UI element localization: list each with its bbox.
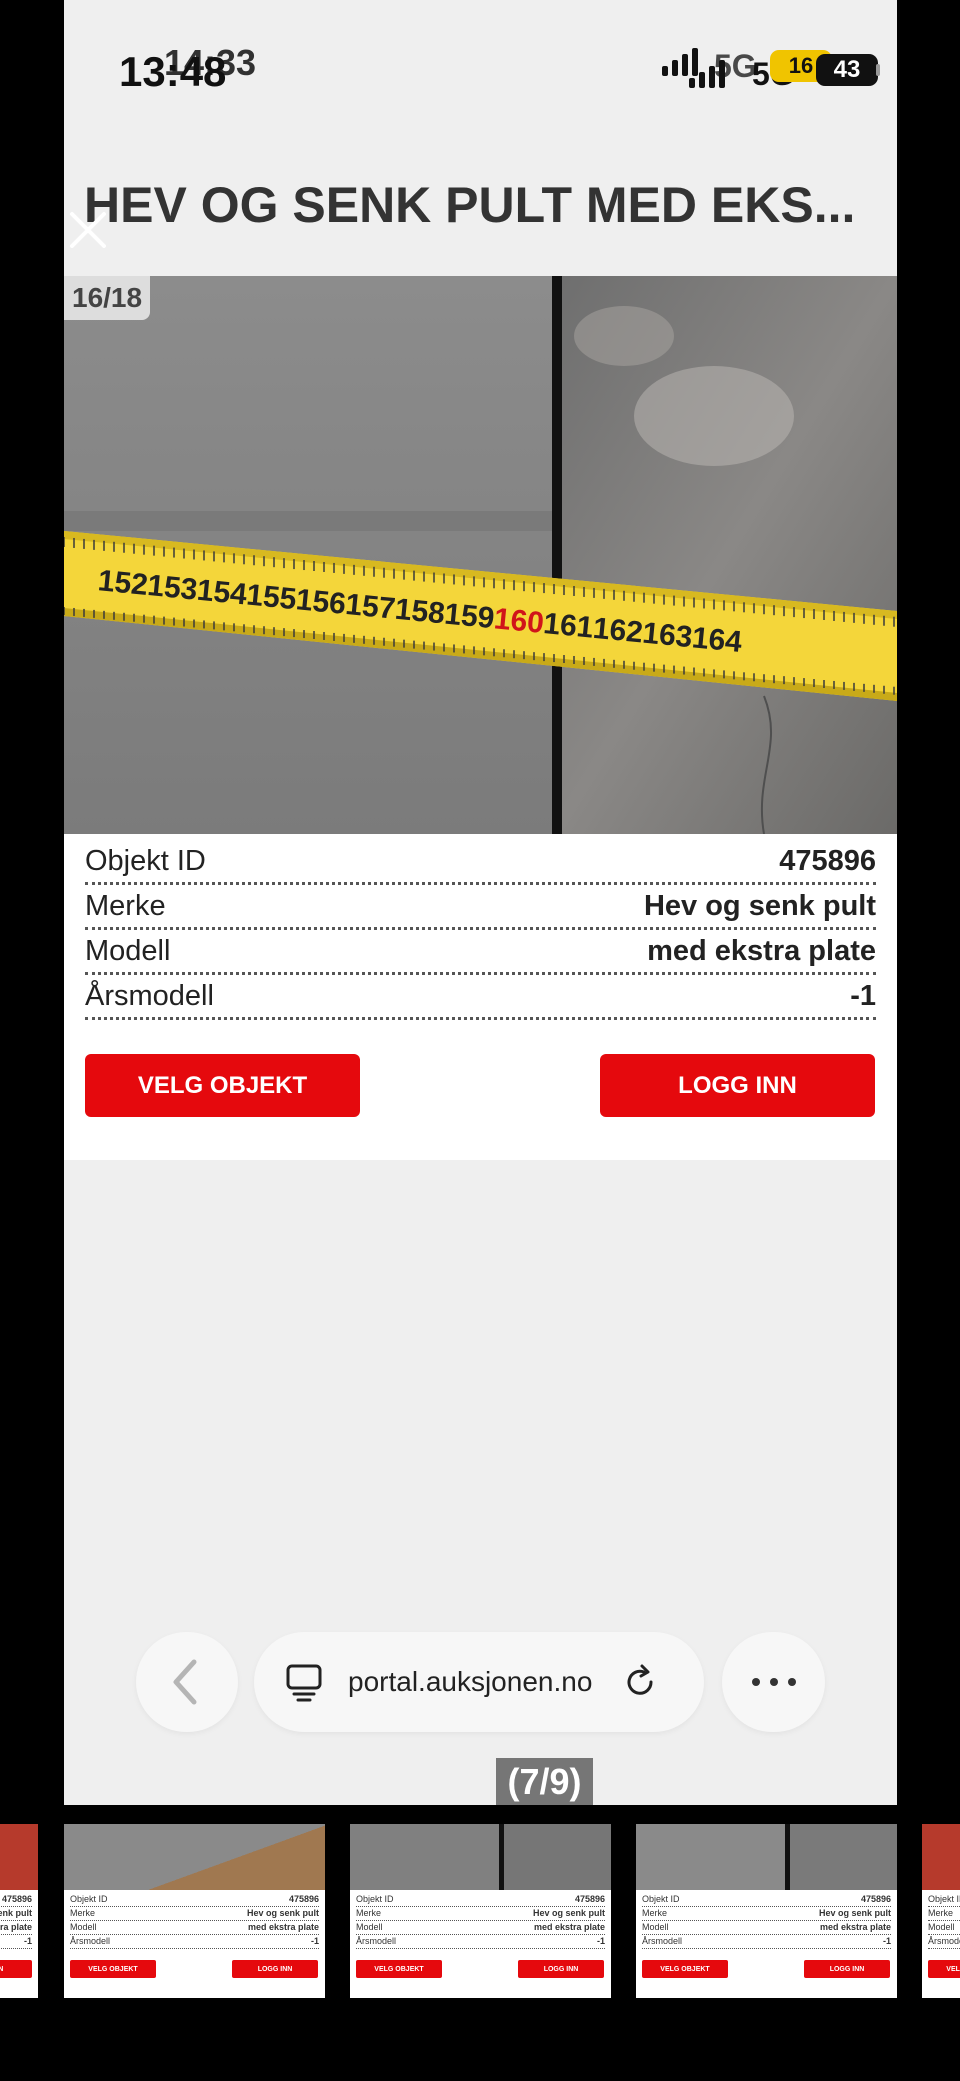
thumb-login-button: LOGG INN <box>232 1960 318 1978</box>
detail-label: Årsmodell <box>85 979 214 1012</box>
more-dot-icon <box>769 1678 778 1686</box>
thumbnail-page-9[interactable]: Objekt ID Merke Modell Årsmodell VELG OB… <box>922 1824 960 1998</box>
detail-value: 475896 <box>779 844 876 877</box>
tabs-icon[interactable] <box>284 1662 324 1702</box>
detail-label: Merke <box>85 889 166 922</box>
login-button[interactable]: LOGG INN <box>600 1054 875 1117</box>
detail-value: med ekstra plate <box>647 934 876 967</box>
thumb-row: MerkeHev og senk pult <box>0 1908 32 1921</box>
thumb-row: Modellmed ekstra plate <box>70 1922 319 1935</box>
thumb-row: MerkeHev og senk pult <box>642 1908 891 1921</box>
thumb-row: Årsmodell-1 <box>642 1936 891 1949</box>
thumbnail-photo <box>922 1824 960 1890</box>
thumbnail-photo <box>0 1824 38 1890</box>
url-text[interactable]: portal.auksjonen.no <box>348 1666 592 1698</box>
tape-number-152: 152 <box>96 564 149 602</box>
thumb-row: Objekt ID475896 <box>356 1894 605 1907</box>
detail-value: -1 <box>850 979 876 1012</box>
chevron-left-icon <box>173 1659 197 1705</box>
phone-screen: 13:48 14:33 5G 5G 16 43 HEV OG SENK PULT… <box>64 0 897 1805</box>
more-options-button[interactable] <box>722 1632 825 1732</box>
thumbnail-page-7a[interactable]: Objekt ID 475896 Merke Hev og senk pult Mo… <box>64 1824 325 1998</box>
thumb-row: MerkeHev og senk pult <box>70 1908 319 1921</box>
thumbnail-photo <box>636 1824 897 1890</box>
thumb-row: Objekt ID <box>928 1894 960 1907</box>
thumbnail-photo <box>64 1824 325 1890</box>
battery-icon: 43 <box>816 54 878 86</box>
detail-row-id: Objekt ID 475896 <box>85 840 876 885</box>
thumb-select-button: VELG OBJEKT <box>642 1960 728 1978</box>
thumb-row: Modellmed ekstra plate <box>0 1922 32 1935</box>
tape-number-153: 153 <box>146 569 199 607</box>
thumb-select-button: VELG OBJEKT <box>928 1960 960 1978</box>
thumb-row: Objekt ID475896 <box>642 1894 891 1907</box>
detail-value: Hev og senk pult <box>643 889 876 922</box>
thumb-select-button: VELG OBJEKT <box>356 1960 442 1978</box>
thumb-row: Modellmed ekstra plate <box>642 1922 891 1935</box>
thumb-select-button: VELG OBJEKT <box>70 1960 156 1978</box>
thumb-login-button: LOGG INN <box>518 1960 604 1978</box>
item-details: Objekt ID 475896 Merke Hev og senk pult … <box>64 834 897 1160</box>
tape-measure-photo: 152153154155156157158159160161162163164 <box>64 276 897 834</box>
thumb-row: Årsmodell-1 <box>356 1936 605 1949</box>
reload-icon[interactable] <box>620 1662 660 1702</box>
thumb-login-button: LOGG INN <box>0 1960 32 1978</box>
photo-counter: 16/18 <box>64 276 151 320</box>
thumb-row: Modellmed ekstra plate <box>356 1922 605 1935</box>
more-dot-icon <box>787 1678 796 1686</box>
tape-number-160: 160 <box>492 602 545 640</box>
back-button[interactable] <box>136 1632 238 1732</box>
detail-row-brand: Merke Hev og senk pult <box>85 885 876 930</box>
address-bar[interactable]: portal.auksjonen.no <box>254 1632 704 1732</box>
select-object-button[interactable]: VELG OBJEKT <box>85 1054 360 1117</box>
thumb-row: Årsmodell-1 <box>0 1936 32 1949</box>
tape-number-157: 157 <box>344 588 397 626</box>
detail-label: Modell <box>85 934 171 967</box>
status-bar: 13:48 14:33 5G 5G 16 43 <box>64 0 897 130</box>
thumb-row: Modell <box>928 1922 960 1935</box>
tape-number-158: 158 <box>393 593 446 631</box>
tape-number-164: 164 <box>690 621 743 659</box>
thumb-row: MerkeHev og senk pult <box>356 1908 605 1921</box>
thumb-row: Merke <box>928 1908 960 1921</box>
tape-number-155: 155 <box>245 579 298 617</box>
thumb-row: Årsmodell <box>928 1936 960 1949</box>
detail-row-model: Modell med ekstra plate <box>85 930 876 975</box>
network-label-overlay: 5G <box>714 48 757 84</box>
page-title: HEV OG SENK PULT MED EKS... <box>84 177 856 233</box>
tape-number-162: 162 <box>591 612 644 650</box>
thumb-row: Objekt ID475896 <box>70 1894 319 1907</box>
tape-number-163: 163 <box>641 617 694 655</box>
tape-number-159: 159 <box>443 598 496 636</box>
thumbnail-page-6[interactable]: Objekt ID475896 MerkeHev og senk pult Mo… <box>0 1824 38 1998</box>
thumbnail-page-7-current[interactable]: Objekt ID 475896 Merke Hev og senk pult Mo… <box>350 1824 611 1998</box>
battery-tip <box>876 64 880 76</box>
detail-label: Objekt ID <box>85 844 206 877</box>
page-indicator: (7/9) <box>496 1758 593 1805</box>
thumb-row: Objekt ID475896 <box>0 1894 32 1907</box>
item-photo[interactable]: 152 153 154 155 156 157 158 159 160 161 162 163 164 … <box>64 276 897 834</box>
thumb-row: Årsmodell-1 <box>70 1936 319 1949</box>
thumb-login-button: LOGG INN <box>804 1960 890 1978</box>
more-dot-icon <box>751 1678 760 1686</box>
close-icon[interactable] <box>66 208 110 252</box>
thumbnail-page-8[interactable]: Objekt ID 475896 Merke Hev og senk pult Mo… <box>636 1824 897 1998</box>
status-time-overlay: 14:33 <box>164 42 257 83</box>
tape-number-154: 154 <box>195 574 248 612</box>
tape-number-156: 156 <box>294 583 347 621</box>
detail-row-year: Årsmodell -1 <box>85 975 876 1020</box>
thumbnail-photo <box>350 1824 611 1890</box>
tape-number-161: 161 <box>542 607 595 645</box>
